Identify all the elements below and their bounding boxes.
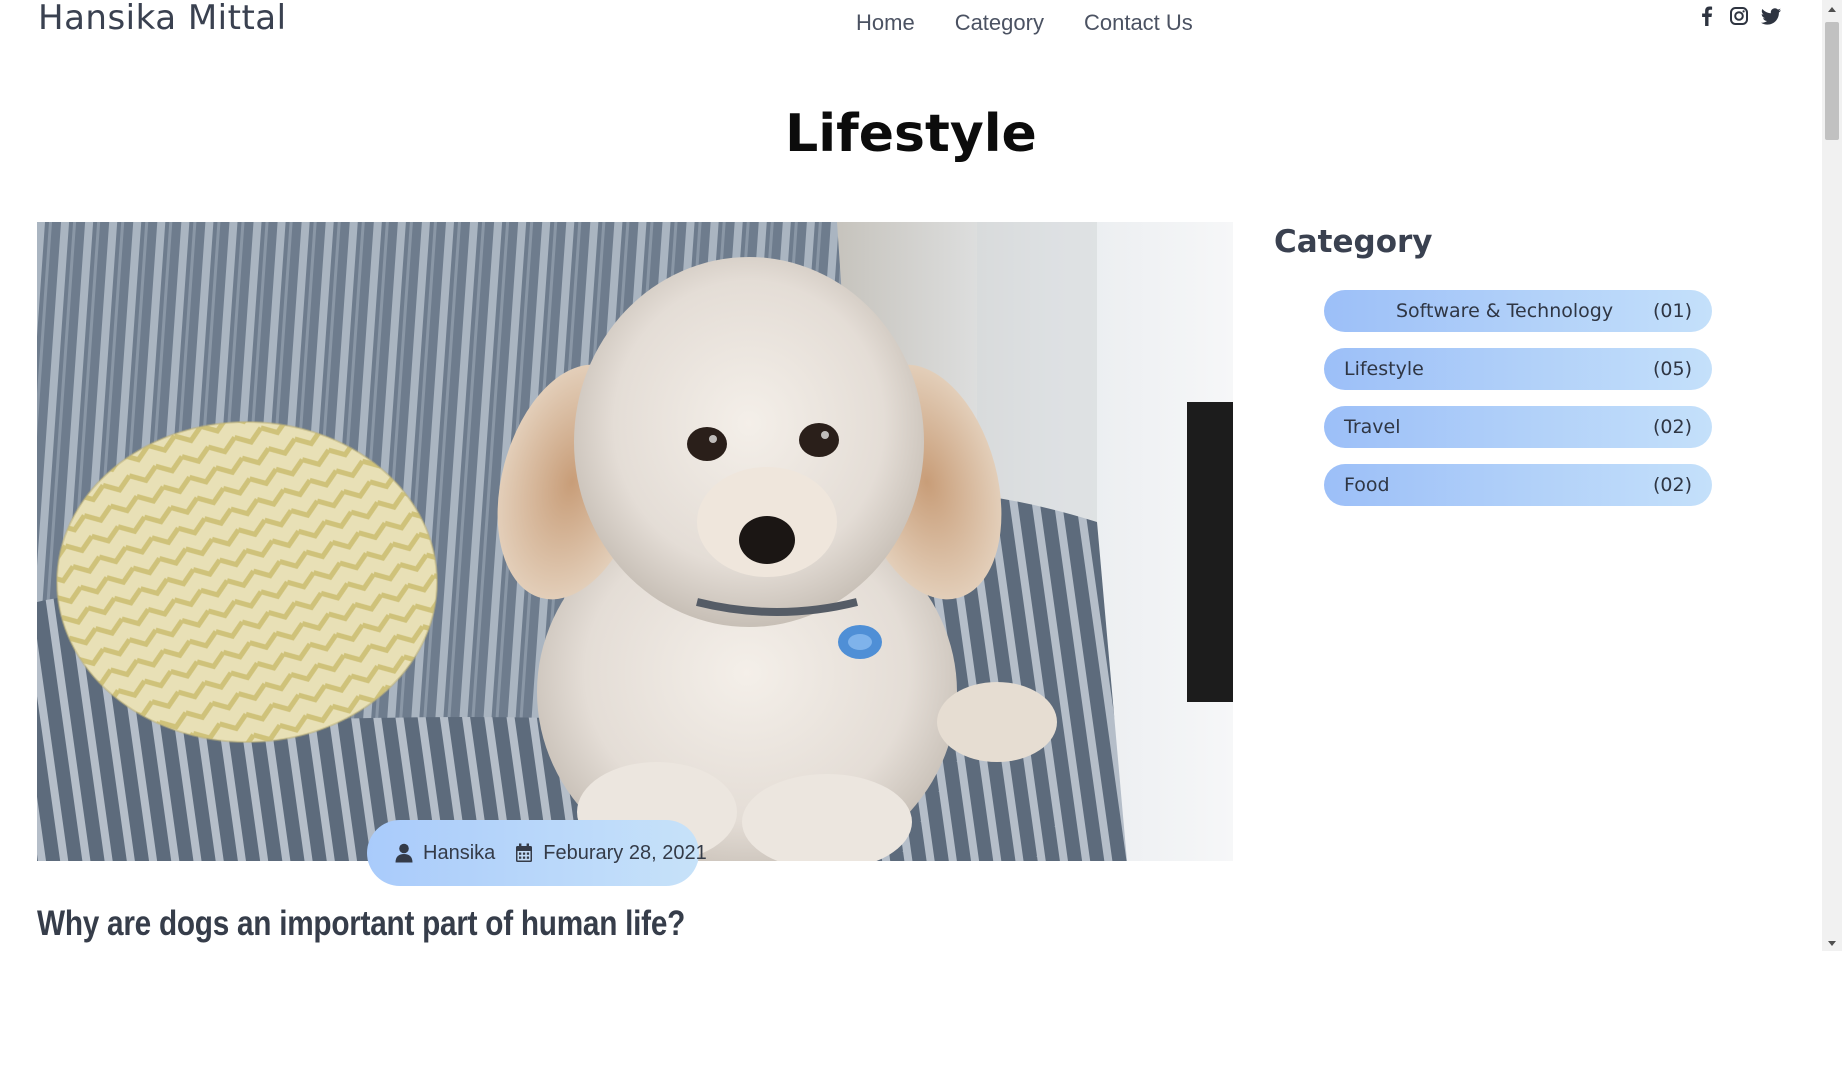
nav-contact-us[interactable]: Contact Us bbox=[1084, 10, 1193, 36]
scroll-up-arrow-icon[interactable] bbox=[1822, 2, 1842, 16]
nav-home[interactable]: Home bbox=[856, 10, 915, 36]
category-label: Food bbox=[1344, 474, 1390, 496]
page-viewport: Hansika Mittal Home Category Contact Us … bbox=[0, 0, 1822, 951]
category-list: Software & Technology (01) Lifestyle (05… bbox=[1324, 290, 1712, 522]
post-meta: Hansika Feburary 28, 2021 bbox=[367, 820, 707, 886]
category-count: (05) bbox=[1652, 358, 1692, 380]
post-author-name: Hansika bbox=[423, 841, 496, 864]
calendar-icon bbox=[516, 843, 533, 862]
category-label: Travel bbox=[1344, 416, 1401, 438]
category-software-technology[interactable]: Software & Technology (01) bbox=[1324, 290, 1712, 332]
category-label: Software & Technology bbox=[1396, 300, 1614, 322]
twitter-icon[interactable] bbox=[1760, 4, 1782, 28]
user-icon bbox=[395, 843, 413, 863]
scroll-down-arrow-icon[interactable] bbox=[1822, 935, 1842, 949]
category-count: (01) bbox=[1652, 300, 1692, 322]
category-travel[interactable]: Travel (02) bbox=[1324, 406, 1712, 448]
main-nav: Home Category Contact Us bbox=[856, 10, 1193, 36]
instagram-icon[interactable] bbox=[1728, 4, 1750, 28]
category-lifestyle[interactable]: Lifestyle (05) bbox=[1324, 348, 1712, 390]
post-date-text: Feburary 28, 2021 bbox=[543, 841, 707, 864]
post-author[interactable]: Hansika bbox=[395, 842, 495, 865]
category-count: (02) bbox=[1652, 474, 1692, 496]
page-title: Lifestyle bbox=[785, 104, 1037, 164]
category-label: Lifestyle bbox=[1344, 358, 1424, 380]
post-image[interactable] bbox=[37, 222, 1233, 861]
sidebar-category-title: Category bbox=[1274, 224, 1433, 260]
vertical-scrollbar[interactable] bbox=[1822, 0, 1842, 951]
category-food[interactable]: Food (02) bbox=[1324, 464, 1712, 506]
category-count: (02) bbox=[1652, 416, 1692, 438]
scrollbar-thumb[interactable] bbox=[1825, 22, 1839, 140]
social-links bbox=[1696, 4, 1782, 28]
blank-area bbox=[0, 951, 1842, 1082]
post-title[interactable]: Why are dogs an important part of human … bbox=[37, 904, 685, 944]
post-date: Feburary 28, 2021 bbox=[515, 841, 707, 865]
site-brand[interactable]: Hansika Mittal bbox=[38, 0, 287, 38]
facebook-icon[interactable] bbox=[1696, 4, 1718, 28]
nav-category[interactable]: Category bbox=[955, 10, 1044, 36]
